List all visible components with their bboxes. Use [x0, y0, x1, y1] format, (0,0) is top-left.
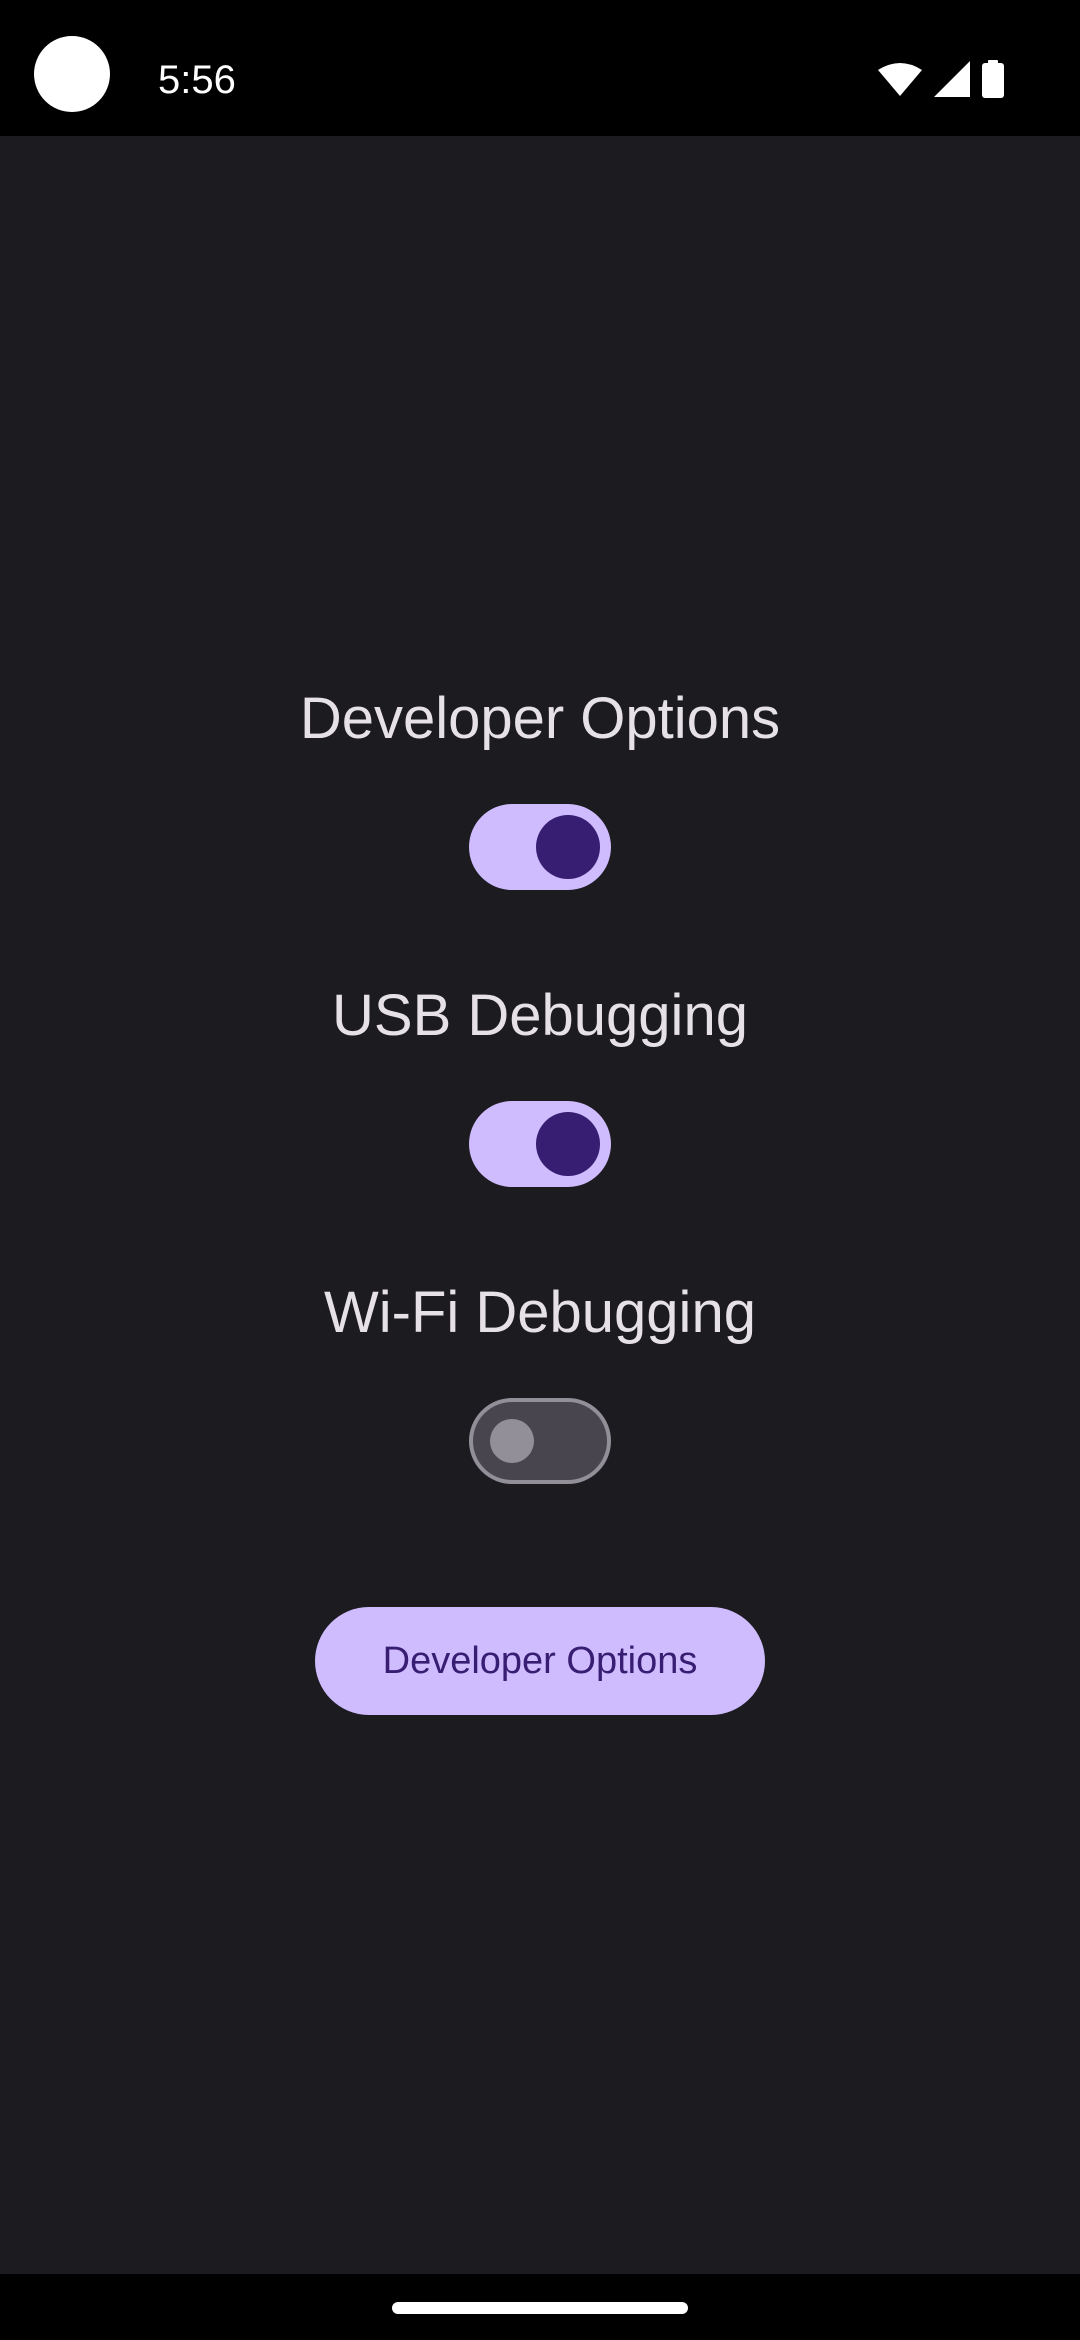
status-icons [878, 60, 1004, 98]
phone-screen: 5:56 Developer Options USB Debugging Wi-… [0, 0, 1080, 2340]
status-time: 5:56 [158, 58, 236, 102]
switch-thumb [536, 1112, 600, 1176]
developer-options-switch[interactable] [469, 804, 611, 890]
status-bar: 5:56 [0, 0, 1080, 136]
developer-options-label: Developer Options [299, 686, 781, 751]
switch-thumb [490, 1419, 534, 1463]
main-content: Developer Options USB Debugging Wi-Fi De… [0, 136, 1080, 2274]
usb-debugging-switch[interactable] [469, 1101, 611, 1187]
camera-cutout [34, 36, 110, 112]
usb-debugging-label: USB Debugging [332, 983, 748, 1048]
wifi-debugging-switch[interactable] [469, 1398, 611, 1484]
wifi-icon [878, 62, 922, 96]
wifi-debugging-label: Wi-Fi Debugging [324, 1280, 756, 1345]
home-gesture-handle[interactable] [392, 2302, 688, 2314]
battery-icon [982, 60, 1004, 98]
developer-options-button[interactable]: Developer Options [315, 1607, 765, 1715]
navigation-bar [0, 2274, 1080, 2340]
cellular-signal-icon [934, 61, 970, 97]
switch-thumb [536, 815, 600, 879]
